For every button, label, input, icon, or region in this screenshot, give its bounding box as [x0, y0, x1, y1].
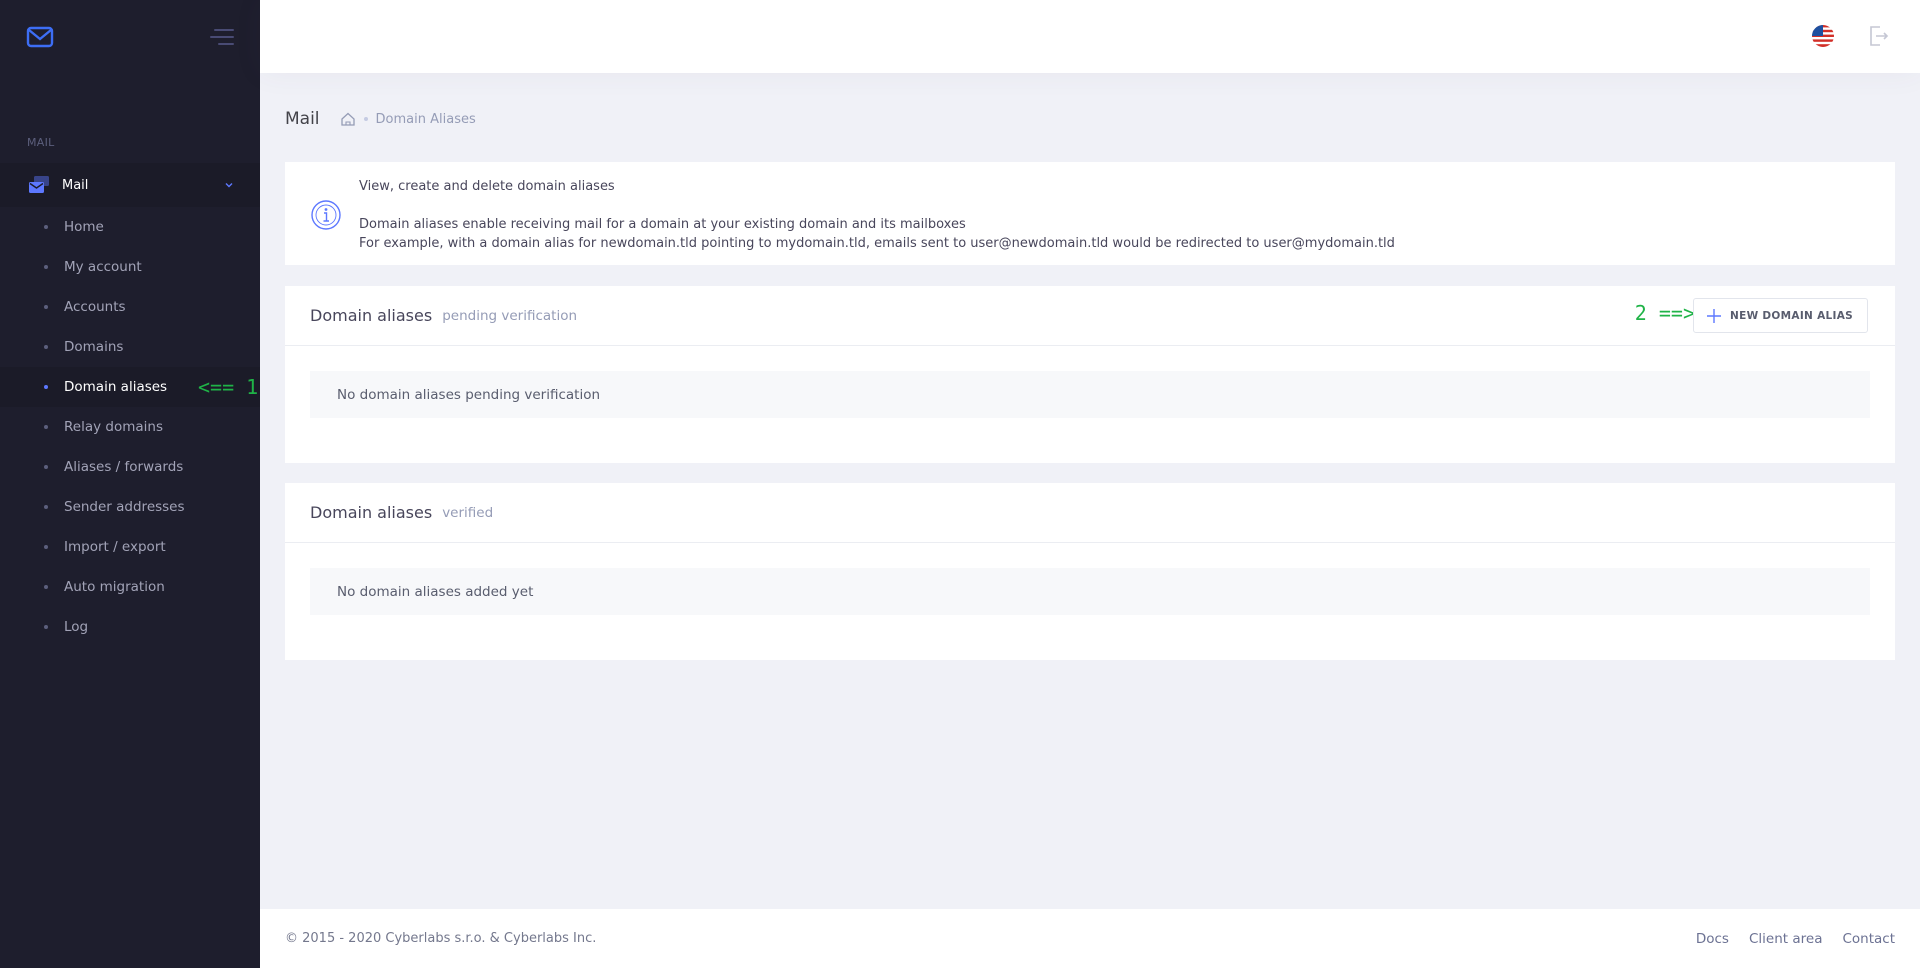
sidebar-item-label: Aliases / forwards	[64, 459, 184, 475]
bullet-icon	[44, 225, 48, 229]
sidebar-item-relay-domains[interactable]: Relay domains	[0, 407, 260, 447]
sidebar-item-label: Auto migration	[64, 579, 165, 595]
empty-state: No domain aliases pending verification	[310, 371, 1870, 418]
sidebar-item-label: Domain aliases	[64, 379, 168, 395]
logout-icon[interactable]	[1866, 24, 1890, 48]
sidebar-item-import-export[interactable]: Import / export	[0, 527, 260, 567]
pending-aliases-card: Domain aliases pending verification 2 ==…	[285, 286, 1895, 463]
bullet-icon	[44, 385, 48, 389]
copyright: © 2015 - 2020 Cyberlabs s.r.o. & Cyberla…	[285, 931, 597, 946]
sidebar-section-title: MAIL	[27, 136, 55, 149]
bullet-icon	[44, 265, 48, 269]
sidebar-item-home[interactable]: Home	[0, 207, 260, 247]
sidebar-item-label: Domains	[64, 339, 124, 355]
footer-link-docs[interactable]: Docs	[1696, 931, 1729, 947]
top-header	[260, 0, 1920, 73]
bullet-icon	[44, 345, 48, 349]
sidebar-item-label: Sender addresses	[64, 499, 185, 515]
annotation-2: 2 ==>	[1634, 301, 1695, 325]
breadcrumb-separator	[363, 117, 368, 121]
annotation-1: <== 1	[198, 375, 259, 399]
info-line-1: View, create and delete domain aliases	[359, 179, 615, 194]
sidebar-item-domains[interactable]: Domains	[0, 327, 260, 367]
mail-logo-icon[interactable]	[26, 26, 54, 48]
sidebar: MAIL Mail Home My account Accounts Domai…	[0, 0, 260, 968]
bullet-icon	[44, 585, 48, 589]
bullet-icon	[44, 545, 48, 549]
bullet-icon	[44, 425, 48, 429]
sidebar-item-log[interactable]: Log	[0, 607, 260, 647]
mail-stack-icon	[29, 176, 49, 193]
footer-links: Docs Client area Contact	[1696, 931, 1895, 947]
sidebar-submenu: Home My account Accounts Domains Domain …	[0, 207, 260, 647]
card-header: Domain aliases pending verification 2 ==…	[285, 286, 1895, 346]
sidebar-item-aliases-forwards[interactable]: Aliases / forwards	[0, 447, 260, 487]
us-flag-icon[interactable]	[1812, 25, 1834, 47]
bullet-icon	[44, 465, 48, 469]
home-icon[interactable]	[340, 111, 356, 127]
footer-link-client-area[interactable]: Client area	[1749, 931, 1822, 947]
card-subtitle: pending verification	[442, 307, 578, 324]
footer: © 2015 - 2020 Cyberlabs s.r.o. & Cyberla…	[260, 909, 1920, 968]
info-text: View, create and delete domain aliases D…	[359, 177, 1395, 253]
sidebar-item-my-account[interactable]: My account	[0, 247, 260, 287]
info-line-3: For example, with a domain alias for new…	[359, 236, 1395, 251]
sidebar-item-auto-migration[interactable]: Auto migration	[0, 567, 260, 607]
breadcrumb[interactable]: Domain Aliases	[376, 112, 476, 127]
verified-aliases-card: Domain aliases verified No domain aliase…	[285, 483, 1895, 660]
card-title: Domain aliases	[310, 306, 433, 325]
info-line-2: Domain aliases enable receiving mail for…	[359, 217, 966, 232]
card-header: Domain aliases verified	[285, 483, 1895, 543]
sidebar-brand	[0, 0, 260, 74]
sidebar-menu-mail[interactable]: Mail	[0, 163, 260, 207]
subheader: Mail Domain Aliases	[285, 108, 476, 130]
page-title: Mail	[285, 109, 320, 129]
sidebar-item-label: Home	[64, 219, 104, 235]
sidebar-item-sender-addresses[interactable]: Sender addresses	[0, 487, 260, 527]
sidebar-item-domain-aliases[interactable]: Domain aliases <== 1	[0, 367, 260, 407]
sidebar-item-label: Import / export	[64, 539, 166, 555]
info-card: View, create and delete domain aliases D…	[285, 162, 1895, 265]
sidebar-item-label: Relay domains	[64, 419, 163, 435]
info-icon	[311, 200, 341, 230]
card-title: Domain aliases	[310, 503, 433, 522]
sidebar-item-label: Accounts	[64, 299, 126, 315]
sidebar-item-accounts[interactable]: Accounts	[0, 287, 260, 327]
empty-state: No domain aliases added yet	[310, 568, 1870, 615]
bullet-icon	[44, 625, 48, 629]
plus-icon	[1707, 308, 1722, 323]
bullet-icon	[44, 305, 48, 309]
sidebar-toggle-icon[interactable]	[208, 26, 236, 48]
button-label: NEW DOMAIN ALIAS	[1730, 309, 1853, 322]
new-domain-alias-button[interactable]: NEW DOMAIN ALIAS	[1693, 298, 1868, 333]
sidebar-menu-label: Mail	[62, 177, 89, 193]
sidebar-item-label: Log	[64, 619, 89, 635]
bullet-icon	[44, 505, 48, 509]
card-subtitle: verified	[442, 504, 494, 521]
chevron-down-icon	[225, 183, 233, 188]
footer-link-contact[interactable]: Contact	[1842, 931, 1895, 947]
sidebar-item-label: My account	[64, 259, 142, 275]
